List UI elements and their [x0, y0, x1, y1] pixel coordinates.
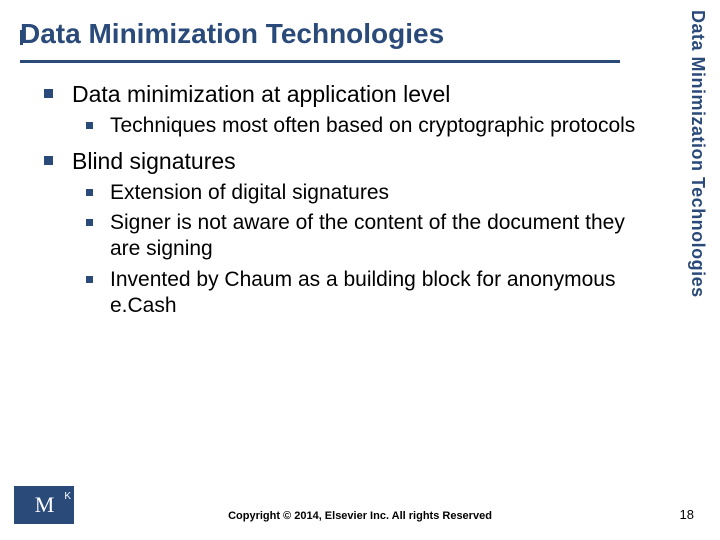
bullet-list-level2: Extension of digital signatures Signer i… [72, 180, 642, 319]
bullet-text: Data minimization at application level [72, 81, 450, 107]
list-item: Signer is not aware of the content of th… [72, 210, 642, 263]
bullet-text: Extension of digital signatures [110, 181, 389, 204]
content-area: Data minimization at application level T… [42, 80, 642, 327]
bullet-list-level2: Techniques most often based on cryptogra… [72, 113, 642, 139]
sidebar-label: Data Minimization Technologies [680, 10, 708, 410]
title-tick [20, 30, 23, 45]
list-item: Extension of digital signatures [72, 180, 642, 206]
logo-letter-k: K [64, 491, 71, 502]
bullet-text: Techniques most often based on cryptogra… [110, 114, 635, 137]
slide: Data Minimization Technologies Data Mini… [0, 0, 720, 540]
bullet-text: Blind signatures [72, 148, 236, 174]
list-item: Blind signatures Extension of digital si… [42, 147, 642, 319]
slide-title: Data Minimization Technologies [20, 18, 620, 56]
list-item: Invented by Chaum as a building block fo… [72, 267, 642, 320]
list-item: Techniques most often based on cryptogra… [72, 113, 642, 139]
list-item: Data minimization at application level T… [42, 80, 642, 139]
title-underline [20, 60, 620, 63]
bullet-list-level1: Data minimization at application level T… [42, 80, 642, 319]
bullet-text: Invented by Chaum as a building block fo… [110, 268, 615, 317]
footer: M K Copyright © 2014, Elsevier Inc. All … [0, 486, 720, 526]
title-area: Data Minimization Technologies [20, 18, 620, 56]
page-number: 18 [680, 507, 694, 522]
copyright-text: Copyright © 2014, Elsevier Inc. All righ… [0, 510, 720, 522]
bullet-text: Signer is not aware of the content of th… [110, 211, 625, 260]
